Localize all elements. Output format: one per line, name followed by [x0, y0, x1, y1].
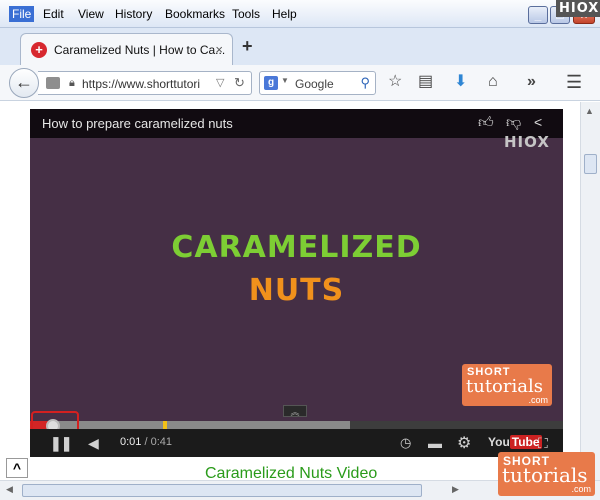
menu-bookmarks[interactable]: Bookmarks: [165, 7, 225, 21]
scroll-up-icon[interactable]: ▲: [585, 106, 594, 116]
page-heading: Caramelized Nuts Video: [205, 465, 378, 480]
url-history-dropdown-icon[interactable]: ▽: [216, 76, 224, 89]
clock-icon[interactable]: ◷: [400, 435, 411, 451]
reading-list-icon[interactable]: ▤: [418, 73, 433, 91]
video-controls: ❚❚ ◀ 0:01 / 0:41 ◷ ▬ ⚙ You Tube ⛶: [30, 429, 563, 457]
menu-file[interactable]: File: [9, 6, 35, 22]
time-display: 0:01 / 0:41: [120, 436, 172, 448]
hiox-brand-watermark: HIOX: [556, 0, 600, 17]
search-input[interactable]: Google: [295, 77, 334, 91]
chevron-up-icon: ^: [12, 460, 22, 476]
hiox-watermark: HIOX: [504, 133, 550, 151]
progress-marker: [163, 421, 167, 429]
logo-com-text: .com: [528, 395, 548, 405]
youtube-you-text: You: [488, 435, 510, 449]
youtube-tube-text: Tube: [509, 435, 542, 449]
search-bar[interactable]: g ▼ Google ⚲: [259, 71, 376, 95]
overflow-icon[interactable]: »: [527, 73, 536, 91]
gear-icon[interactable]: ⚙: [457, 433, 471, 453]
menu-history[interactable]: History: [115, 7, 152, 21]
chevron-up-double-icon: ︽: [290, 407, 300, 417]
url-text[interactable]: https://www.shorttutori: [82, 77, 200, 91]
thumbs-up-icon[interactable]: 👍︎: [478, 114, 494, 132]
video-caption-nuts: NUTS: [248, 273, 345, 308]
scroll-left-icon[interactable]: ◀: [6, 484, 13, 495]
vertical-scrollbar[interactable]: ▲: [580, 102, 600, 480]
current-time: 0:01: [120, 436, 142, 448]
video-caption-caramelized: CARAMELIZED: [171, 230, 422, 265]
lock-icon: 🔒︎: [69, 77, 75, 89]
corner-logo-com: .com: [571, 484, 591, 494]
logo-tutorials-text: tutorials: [466, 376, 543, 397]
scroll-right-icon[interactable]: ▶: [452, 484, 459, 495]
url-bar[interactable]: 🔒︎ https://www.shorttutori ▽ ↻: [38, 71, 252, 95]
tab-strip: + Caramelized Nuts | How to Ca... × +: [0, 28, 600, 65]
back-button[interactable]: ←: [9, 68, 39, 98]
menu-tools[interactable]: Tools: [232, 7, 260, 21]
video-player[interactable]: How to prepare caramelized nuts 👍︎ 👎︎ < …: [30, 109, 563, 457]
bookmark-star-icon[interactable]: ☆: [388, 73, 402, 91]
total-time: / 0:41: [144, 436, 173, 448]
video-top-bar: How to prepare caramelized nuts 👍︎ 👎︎ <: [30, 109, 563, 138]
pause-icon[interactable]: ❚❚: [50, 435, 72, 452]
horizontal-scroll-thumb[interactable]: [22, 484, 422, 497]
shorttutorials-corner-logo: SHORT tutorials .com: [498, 452, 595, 496]
reload-icon[interactable]: ↻: [234, 75, 245, 91]
fullscreen-icon[interactable]: ⛶: [538, 435, 548, 452]
page-content: How to prepare caramelized nuts 👍︎ 👎︎ < …: [0, 102, 580, 480]
thumbs-down-icon[interactable]: 👎︎: [506, 114, 521, 132]
site-favicon-icon: +: [31, 42, 47, 58]
menu-help[interactable]: Help: [272, 7, 297, 21]
vertical-scroll-thumb[interactable]: [584, 154, 597, 174]
menu-view[interactable]: View: [78, 7, 104, 21]
hamburger-menu-icon[interactable]: ☰: [566, 73, 582, 91]
page-info-icon[interactable]: [46, 77, 60, 89]
shorttutorials-logo: SHORT tutorials .com: [462, 364, 552, 406]
tab-caramelized-nuts[interactable]: + Caramelized Nuts | How to Ca... ×: [20, 33, 233, 65]
navigation-bar: 🔒︎ https://www.shorttutori ▽ ↻ ← g ▼ Goo…: [0, 65, 600, 101]
video-title[interactable]: How to prepare caramelized nuts: [42, 116, 233, 131]
minimize-button[interactable]: _: [528, 6, 548, 24]
captions-icon[interactable]: ▬: [428, 435, 442, 451]
tab-title: Caramelized Nuts | How to Ca...: [54, 43, 226, 57]
menu-edit[interactable]: Edit: [43, 7, 64, 21]
minimize-icon: _: [534, 8, 542, 22]
youtube-logo[interactable]: You Tube: [488, 435, 542, 449]
home-icon[interactable]: ⌂: [488, 73, 498, 91]
scroll-to-top-button[interactable]: ^: [6, 458, 28, 478]
menu-bar: File Edit View History Bookmarks Tools H…: [0, 0, 600, 28]
volume-icon[interactable]: ◀: [88, 435, 99, 452]
share-icon[interactable]: <: [534, 114, 542, 130]
expand-chevron-button[interactable]: ︽: [283, 405, 307, 417]
back-arrow-icon: ←: [15, 72, 33, 92]
video-progress-bar[interactable]: [30, 421, 563, 429]
search-engine-dropdown-icon[interactable]: ▼: [281, 76, 289, 85]
search-engine-icon[interactable]: g: [264, 76, 278, 90]
search-icon[interactable]: ⚲: [360, 75, 370, 91]
download-icon[interactable]: ⬇: [454, 73, 467, 91]
tab-close-button[interactable]: ×: [215, 42, 223, 57]
new-tab-button[interactable]: +: [242, 37, 253, 55]
